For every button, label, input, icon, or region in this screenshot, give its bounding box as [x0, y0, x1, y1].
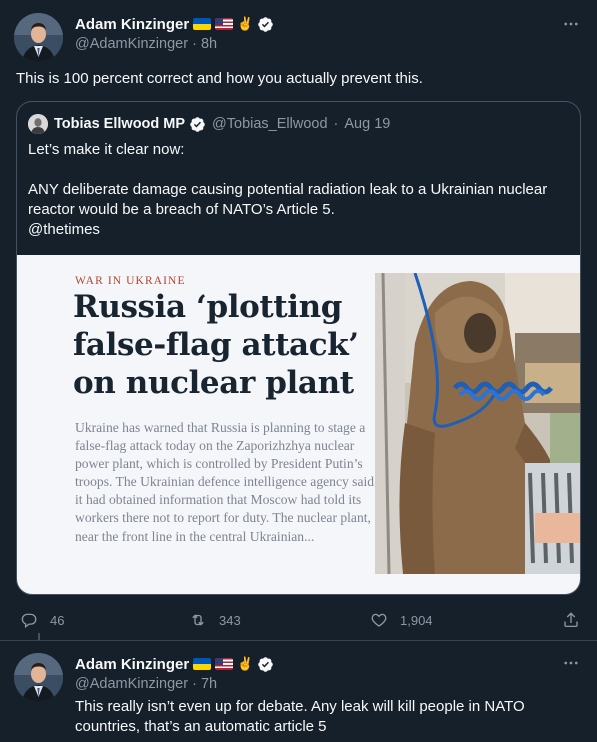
quoted-display-name: Tobias Ellwood MP [54, 116, 186, 132]
usa-flag-icon [215, 658, 234, 670]
quoted-text-line: ANY deliberate damage causing potential … [28, 181, 548, 218]
heart-icon [371, 613, 387, 627]
tweet-text: This really isn’t even up for debate. An… [75, 698, 525, 735]
share-icon [564, 612, 578, 628]
quoted-tweet[interactable]: Tobias Ellwood MP @Tobias_Ellwood · Aug … [16, 101, 581, 595]
author-row: Adam Kinzinger ✌ [75, 14, 274, 34]
article-headline: Russia ‘plotting false-flag attack’ on n… [73, 289, 359, 401]
quoted-avatar [28, 114, 48, 134]
share-button[interactable] [562, 608, 580, 632]
handle[interactable]: @AdamKinzinger [75, 676, 188, 692]
quoted-tweet-text: Let’s make it clear now: ANY deliberate … [28, 140, 568, 240]
tweet-actions: 46 343 1,904 [0, 608, 597, 632]
retweet-icon [192, 614, 204, 626]
author-row: Adam Kinzinger ✌ [75, 654, 274, 674]
reply-icon [21, 613, 37, 629]
reply-button[interactable]: 46 [20, 608, 64, 632]
retweet-count: 343 [219, 612, 241, 628]
separator-dot: · [192, 36, 201, 52]
quoted-mention-link[interactable]: @thetimes [28, 220, 568, 240]
display-name[interactable]: Adam Kinzinger [75, 16, 189, 33]
timestamp[interactable]: 7h [201, 676, 217, 692]
separator-dot: · [192, 676, 201, 692]
quoted-handle: @Tobias_Ellwood [212, 116, 328, 132]
like-count: 1,904 [400, 612, 433, 628]
ukraine-flag-icon [193, 18, 212, 30]
display-name[interactable]: Adam Kinzinger [75, 656, 189, 673]
like-button[interactable]: 1,904 [370, 608, 433, 632]
newspaper-clipping-image[interactable]: WAR IN UKRAINE Russia ‘plotting false-fl… [17, 255, 580, 594]
avatar[interactable] [14, 653, 63, 702]
profile-photo [14, 13, 63, 62]
verified-badge-icon [190, 116, 205, 132]
separator-dot: · [333, 116, 339, 132]
handle-row: @AdamKinzinger · 7h [75, 676, 217, 692]
hazmat-suit-photo [375, 273, 580, 574]
tweet[interactable]: Adam Kinzinger ✌ @AdamKinzinger · 7h Thi… [0, 640, 597, 742]
quoted-date: Aug 19 [344, 116, 391, 132]
more-options-icon[interactable] [561, 653, 581, 673]
thread-connector-line [38, 633, 40, 640]
more-options-icon[interactable] [561, 14, 581, 34]
usa-flag-icon [215, 18, 234, 30]
verified-badge-icon [258, 656, 274, 672]
victory-hand-icon: ✌ [237, 656, 254, 671]
profile-photo [14, 653, 63, 702]
tweet[interactable]: Adam Kinzinger ✌ @AdamKinzinger · 8h Thi… [0, 0, 597, 640]
tweet-text: This is 100 percent correct and how you … [16, 70, 423, 87]
victory-hand-icon: ✌ [237, 16, 254, 31]
ukraine-flag-icon [193, 658, 212, 670]
verified-badge-icon [258, 16, 274, 32]
retweet-button[interactable]: 343 [189, 608, 241, 632]
quoted-author-row: Tobias Ellwood MP @Tobias_Ellwood · Aug … [28, 114, 390, 134]
handle-row: @AdamKinzinger · 8h [75, 36, 217, 52]
article-kicker: WAR IN UKRAINE [75, 275, 186, 287]
handle[interactable]: @AdamKinzinger [75, 36, 188, 52]
quoted-text-line: Let’s make it clear now: [28, 141, 185, 158]
article-body: Ukraine has warned that Russia is planni… [75, 420, 375, 544]
avatar[interactable] [14, 13, 63, 62]
timestamp[interactable]: 8h [201, 36, 217, 52]
reply-count: 46 [50, 612, 65, 628]
